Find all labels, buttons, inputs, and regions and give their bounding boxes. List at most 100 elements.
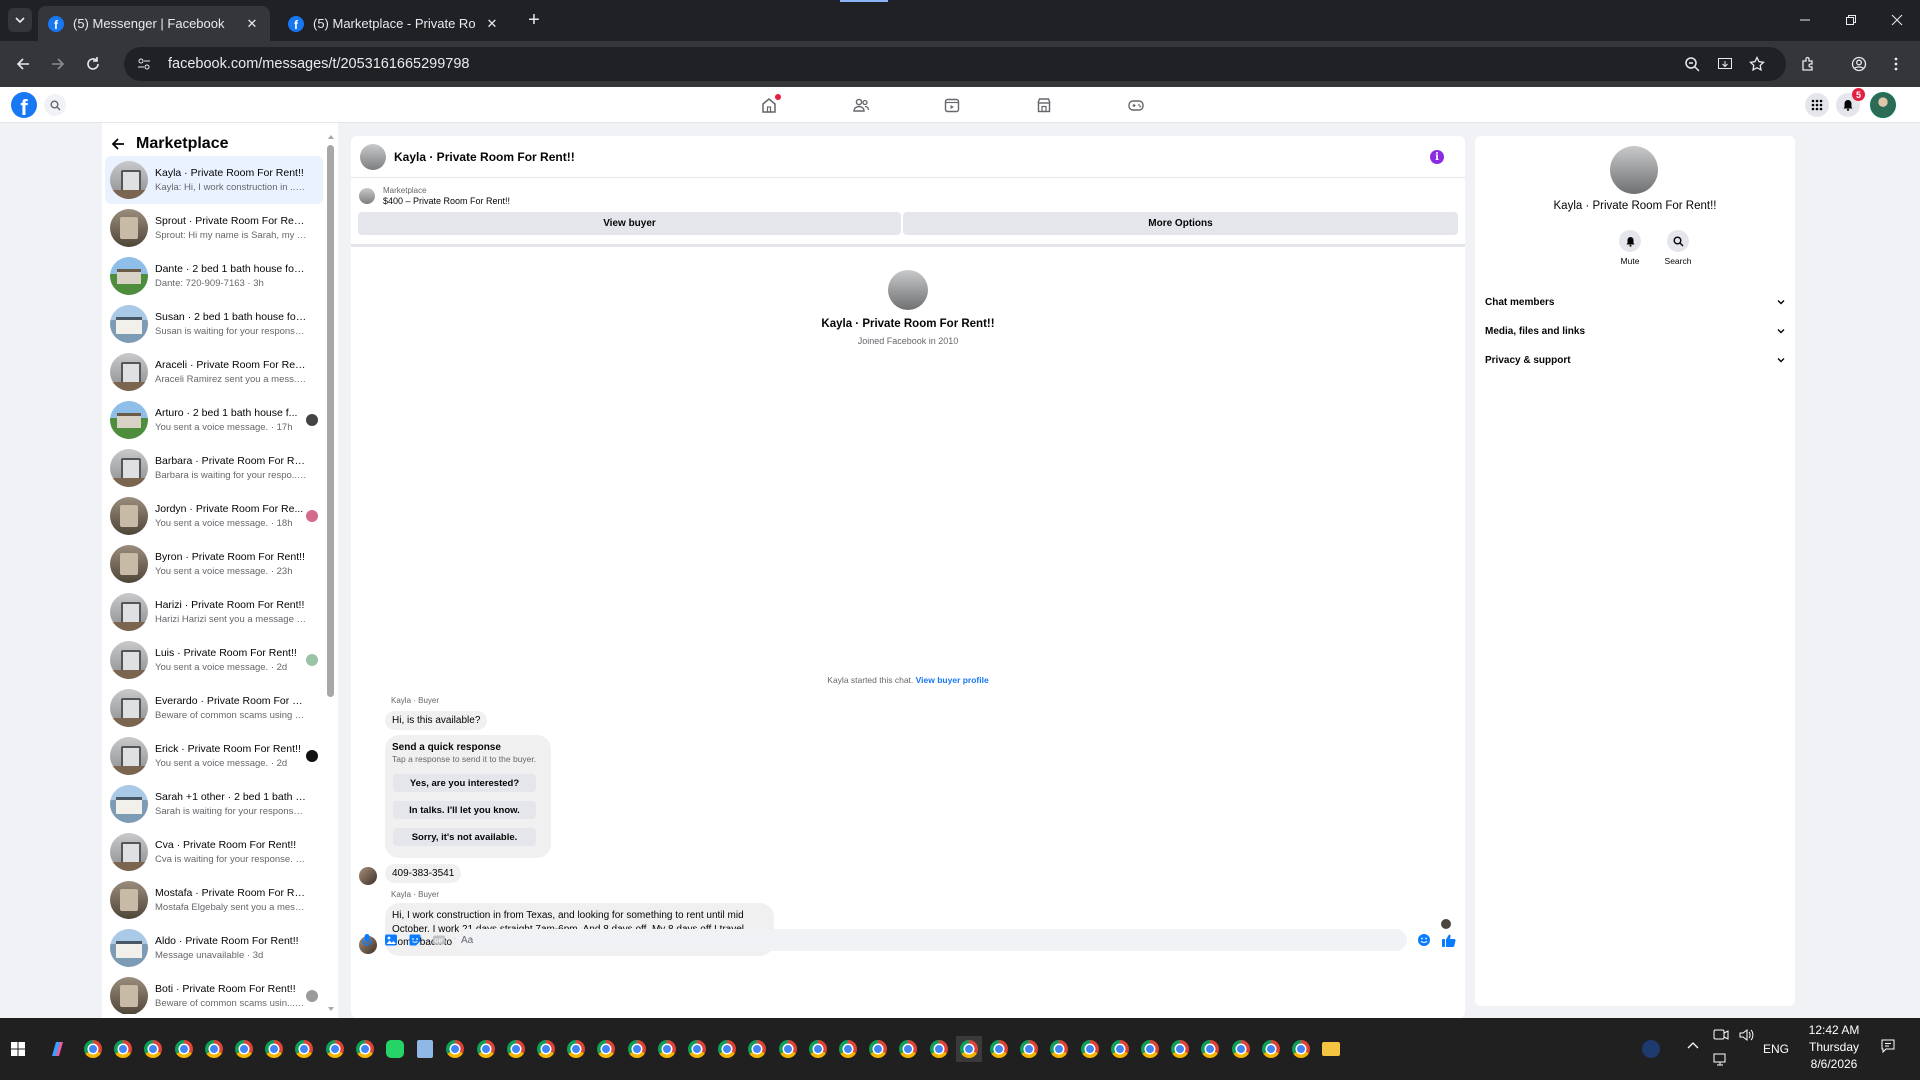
copilot-icon[interactable] xyxy=(44,1036,70,1062)
extensions-icon[interactable] xyxy=(1794,50,1822,78)
chrome-window-icon[interactable] xyxy=(865,1036,891,1062)
file-explorer-icon[interactable] xyxy=(1318,1036,1344,1062)
conversation-item[interactable]: Boti · Private Room For Rent!! Beware of … xyxy=(105,972,323,1014)
meet-now-icon[interactable] xyxy=(1713,1028,1729,1042)
chat-avatar[interactable] xyxy=(360,143,386,170)
close-tab-icon[interactable]: ✕ xyxy=(244,16,260,32)
chrome-window-icon[interactable] xyxy=(1107,1036,1133,1062)
nav-home[interactable] xyxy=(755,91,783,119)
conversation-item[interactable]: Kayla · Private Room For Rent!! Kayla: Hi… xyxy=(105,156,323,204)
address-bar[interactable]: facebook.com/messages/t/2053161665299798 xyxy=(124,47,1786,81)
conversation-item[interactable]: Sprout · Private Room For Rent!! Sprout: … xyxy=(105,204,323,252)
conversation-item[interactable]: Harizi · Private Room For Rent!! Harizi H… xyxy=(105,588,323,636)
chrome-window-icon[interactable] xyxy=(291,1036,317,1062)
chat-members-section[interactable]: Chat members xyxy=(1485,293,1785,311)
chrome-window-icon[interactable] xyxy=(684,1036,710,1062)
conversation-item[interactable]: Aldo · Private Room For Rent!! Message un… xyxy=(105,924,323,972)
mute-button[interactable]: Mute xyxy=(1610,230,1650,266)
chrome-window-icon[interactable] xyxy=(926,1036,952,1062)
message-input[interactable]: Aa xyxy=(455,929,1407,951)
chrome-window-icon[interactable] xyxy=(1046,1036,1072,1062)
conversation-item[interactable]: Araceli · Private Room For Rent!! Araceli… xyxy=(105,348,323,396)
close-window-button[interactable] xyxy=(1874,0,1920,40)
new-tab-button[interactable]: + xyxy=(520,8,548,32)
install-app-icon[interactable] xyxy=(1711,50,1739,78)
reload-button[interactable] xyxy=(79,50,107,78)
chrome-window-icon[interactable] xyxy=(563,1036,589,1062)
sticker-button[interactable] xyxy=(407,932,423,948)
chrome-window-icon[interactable] xyxy=(1137,1036,1163,1062)
chrome-window-icon[interactable] xyxy=(986,1036,1012,1062)
back-arrow-icon[interactable] xyxy=(110,136,126,152)
notepad-icon[interactable] xyxy=(412,1036,438,1062)
chrome-window-icon[interactable] xyxy=(1258,1036,1284,1062)
media-files-section[interactable]: Media, files and links xyxy=(1485,322,1785,340)
facebook-search-button[interactable] xyxy=(44,94,66,116)
chrome-window-icon[interactable] xyxy=(352,1036,378,1062)
chrome-window-icon[interactable] xyxy=(140,1036,166,1062)
chrome-window-icon[interactable] xyxy=(895,1036,921,1062)
volume-icon[interactable] xyxy=(1738,1028,1754,1042)
chrome-window-icon[interactable] xyxy=(744,1036,770,1062)
chrome-window-icon[interactable] xyxy=(714,1036,740,1062)
chrome-window-icon[interactable] xyxy=(110,1036,136,1062)
tab-messenger[interactable]: f (5) Messenger | Facebook ✕ xyxy=(38,6,270,41)
privacy-support-section[interactable]: Privacy & support xyxy=(1485,351,1785,369)
facebook-logo-icon[interactable]: f xyxy=(11,92,37,118)
chat-title[interactable]: Kayla · Private Room For Rent!! xyxy=(394,150,575,164)
tab-marketplace[interactable]: f (5) Marketplace - Private Room ✕ xyxy=(278,6,510,41)
zoom-icon[interactable] xyxy=(1678,50,1706,78)
minimize-button[interactable] xyxy=(1782,0,1828,40)
conversation-item[interactable]: Mostafa · Private Room For Re... Mostafa … xyxy=(105,876,323,924)
clock[interactable]: 12:42 AM Thursday 8/6/2026 xyxy=(1806,1022,1862,1073)
conversation-item[interactable]: Dante · 2 bed 1 bath house for ... Dante:… xyxy=(105,252,323,300)
emoji-button[interactable] xyxy=(1416,932,1432,948)
more-options-button[interactable]: More Options xyxy=(903,212,1458,235)
chrome-window-icon[interactable] xyxy=(201,1036,227,1062)
quick-response-option[interactable]: Yes, are you interested? xyxy=(393,774,536,792)
language-indicator[interactable]: ENG xyxy=(1763,1042,1789,1056)
quick-response-option[interactable]: In talks. I'll let you know. xyxy=(393,801,536,819)
like-button[interactable] xyxy=(1440,932,1456,948)
gif-button[interactable]: GIF xyxy=(431,932,447,948)
menu-grid-button[interactable] xyxy=(1805,93,1829,117)
chrome-window-icon[interactable] xyxy=(835,1036,861,1062)
nav-marketplace[interactable] xyxy=(1030,91,1058,119)
chrome-window-icon[interactable] xyxy=(805,1036,831,1062)
close-tab-icon[interactable]: ✕ xyxy=(484,16,500,32)
attach-photo-button[interactable] xyxy=(383,932,399,948)
notifications-button[interactable]: 5 xyxy=(1836,88,1865,117)
chrome-window-icon[interactable] xyxy=(775,1036,801,1062)
forward-button[interactable] xyxy=(44,50,72,78)
chrome-window-icon[interactable] xyxy=(654,1036,680,1062)
chrome-window-icon[interactable] xyxy=(1197,1036,1223,1062)
voice-clip-button[interactable] xyxy=(359,932,375,948)
chrome-window-icon[interactable] xyxy=(955,1036,982,1062)
view-buyer-profile-link[interactable]: View buyer profile xyxy=(916,675,989,685)
nav-watch[interactable] xyxy=(938,91,966,119)
info-avatar[interactable] xyxy=(1610,146,1658,194)
chrome-window-icon[interactable] xyxy=(593,1036,619,1062)
chrome-window-icon[interactable] xyxy=(1288,1036,1314,1062)
chrome-window-icon[interactable] xyxy=(1167,1036,1193,1062)
chrome-window-icon[interactable] xyxy=(473,1036,499,1062)
site-info-icon[interactable] xyxy=(134,57,154,71)
nav-friends[interactable] xyxy=(847,91,875,119)
conversation-item[interactable]: Everardo · Private Room For Re... Beware … xyxy=(105,684,323,732)
notification-center-button[interactable] xyxy=(1880,1038,1896,1054)
conversation-item[interactable]: Barbara · Private Room For Ren... Barbara… xyxy=(105,444,323,492)
conversation-item[interactable]: Arturo · 2 bed 1 bath house f... You sent… xyxy=(105,396,323,444)
quick-response-option[interactable]: Sorry, it's not available. xyxy=(393,828,536,846)
profile-icon[interactable] xyxy=(1845,50,1873,78)
view-buyer-button[interactable]: View buyer xyxy=(358,212,901,235)
conversation-item[interactable]: Susan · 2 bed 1 bath house for ... Susan … xyxy=(105,300,323,348)
chrome-window-icon[interactable] xyxy=(261,1036,287,1062)
chrome-window-icon[interactable] xyxy=(1016,1036,1042,1062)
back-button[interactable] xyxy=(9,50,37,78)
conversation-item[interactable]: Cva · Private Room For Rent!! Cva is wait… xyxy=(105,828,323,876)
conversation-item[interactable]: Luis · Private Room For Rent!! You sent a… xyxy=(105,636,323,684)
chrome-window-icon[interactable] xyxy=(1077,1036,1103,1062)
chrome-window-icon[interactable] xyxy=(624,1036,650,1062)
restore-button[interactable] xyxy=(1828,0,1874,40)
bookmark-star-icon[interactable] xyxy=(1743,50,1771,78)
